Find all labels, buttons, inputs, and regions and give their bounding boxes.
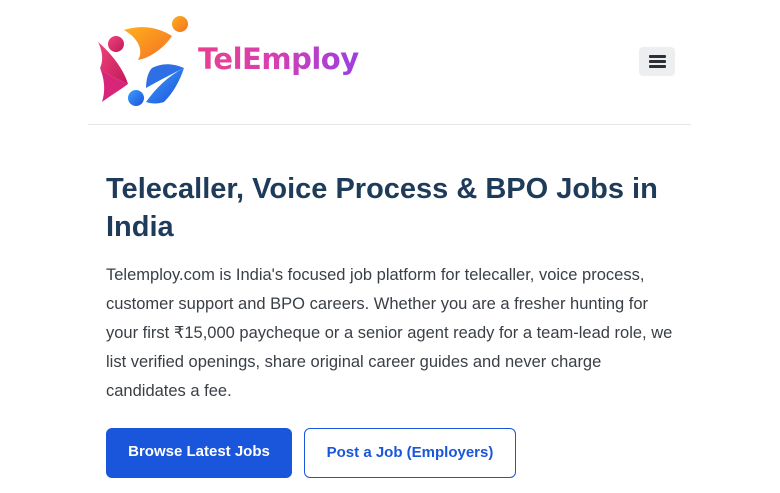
site-logo[interactable]: TelEmploy (94, 14, 359, 110)
hero-section: Telecaller, Voice Process & BPO Jobs in … (106, 170, 681, 406)
post-job-button[interactable]: Post a Job (Employers) (304, 428, 516, 478)
logo-text: TelEmploy (198, 42, 359, 76)
site-header: TelEmploy (88, 0, 691, 125)
people-logo-icon (98, 16, 188, 106)
hero-description: Telemploy.com is India's focused job pla… (106, 266, 673, 400)
menu-toggle-button[interactable] (639, 47, 675, 76)
browse-jobs-button[interactable]: Browse Latest Jobs (106, 428, 292, 478)
page-title: Telecaller, Voice Process & BPO Jobs in … (106, 173, 658, 243)
